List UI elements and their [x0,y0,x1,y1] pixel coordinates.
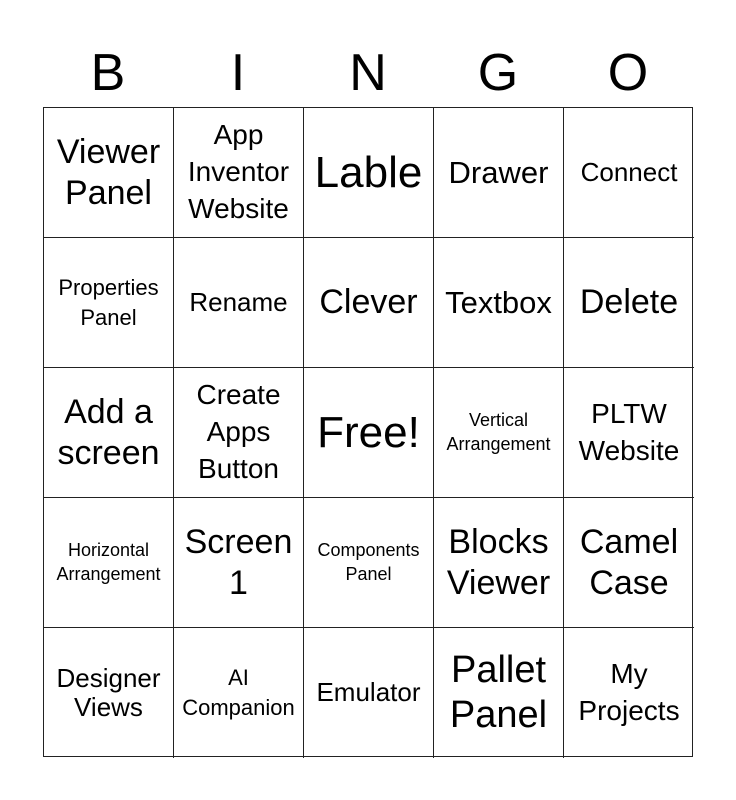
header-letter-i: I [230,44,246,102]
bingo-cell[interactable]: Lable [304,108,434,238]
bingo-cell[interactable]: My Projects [564,628,694,758]
bingo-cell[interactable]: Horizontal Arrangement [44,498,174,628]
bingo-cell[interactable]: Properties Panel [44,238,174,368]
bingo-cell[interactable]: Textbox [434,238,564,368]
bingo-cell[interactable]: Blocks Viewer [434,498,564,628]
header-letter-n: N [349,44,387,102]
bingo-cell[interactable]: Clever [304,238,434,368]
bingo-cell[interactable]: Viewer Panel [44,108,174,238]
bingo-cell[interactable]: Add a screen [44,368,174,498]
bingo-cell[interactable]: Components Panel [304,498,434,628]
bingo-cell[interactable]: Pallet Panel [434,628,564,758]
header-letter-b: B [90,44,126,102]
bingo-header: B I N G O [43,38,693,108]
bingo-cell[interactable]: Connect [564,108,694,238]
header-letter-o: O [607,44,649,102]
bingo-cell[interactable]: App Inventor Website [174,108,304,238]
header-letter-g: G [477,44,519,102]
bingo-cell[interactable]: Drawer [434,108,564,238]
free-space-cell[interactable]: Free! [304,368,434,498]
bingo-cell[interactable]: Rename [174,238,304,368]
bingo-cell[interactable]: Emulator [304,628,434,758]
bingo-cell[interactable]: Vertical Arrangement [434,368,564,498]
bingo-cell[interactable]: PLTW Website [564,368,694,498]
bingo-cell[interactable]: Delete [564,238,694,368]
bingo-cell[interactable]: Screen 1 [174,498,304,628]
bingo-cell[interactable]: Designer Views [44,628,174,758]
bingo-cell[interactable]: Camel Case [564,498,694,628]
bingo-board: Viewer Panel App Inventor Website Lable … [43,107,694,758]
bingo-cell[interactable]: Create Apps Button [174,368,304,498]
bingo-cell[interactable]: AI Companion [174,628,304,758]
